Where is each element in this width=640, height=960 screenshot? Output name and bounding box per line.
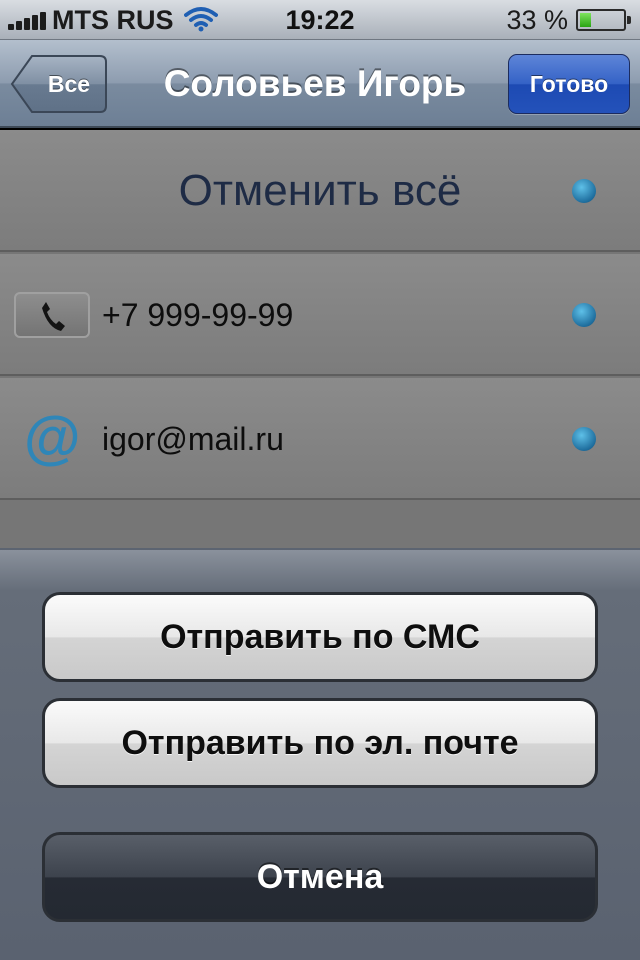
done-button[interactable]: Готово [508,54,630,114]
at-sign-icon: @ [24,405,81,470]
email-address: igor@mail.ru [102,421,284,457]
contact-list: Отменить всё +7 999-99-99 @ igor@mail.ru [0,130,640,548]
selection-dot-icon [572,427,596,451]
send-sms-button[interactable]: Отправить по СМС [42,592,598,682]
back-button[interactable]: Все [10,54,108,114]
email-row[interactable]: @ igor@mail.ru [0,378,640,500]
cancel-all-label: Отменить всё [178,166,462,215]
send-email-button[interactable]: Отправить по эл. почте [42,698,598,788]
phone-number: +7 999-99-99 [102,297,294,333]
battery-percent: 33 % [506,5,568,35]
phone-row[interactable]: +7 999-99-99 [0,254,640,376]
phone-icon [14,292,90,338]
page-title: Соловьев Игорь [163,63,467,104]
cancel-all-row[interactable]: Отменить всё [0,130,640,252]
selection-dot-icon [572,179,596,203]
status-bar: MTS RUS 19:22 33 % [0,0,640,40]
battery-level [580,13,592,27]
battery-icon [576,9,631,31]
back-button-label: Все [47,71,91,97]
cancel-button[interactable]: Отмена [42,832,598,922]
action-sheet: Отправить по СМС Отправить по эл. почте … [0,548,640,960]
navigation-bar: Все Соловьев Игорь Готово [0,40,640,128]
selection-dot-icon [572,303,596,327]
